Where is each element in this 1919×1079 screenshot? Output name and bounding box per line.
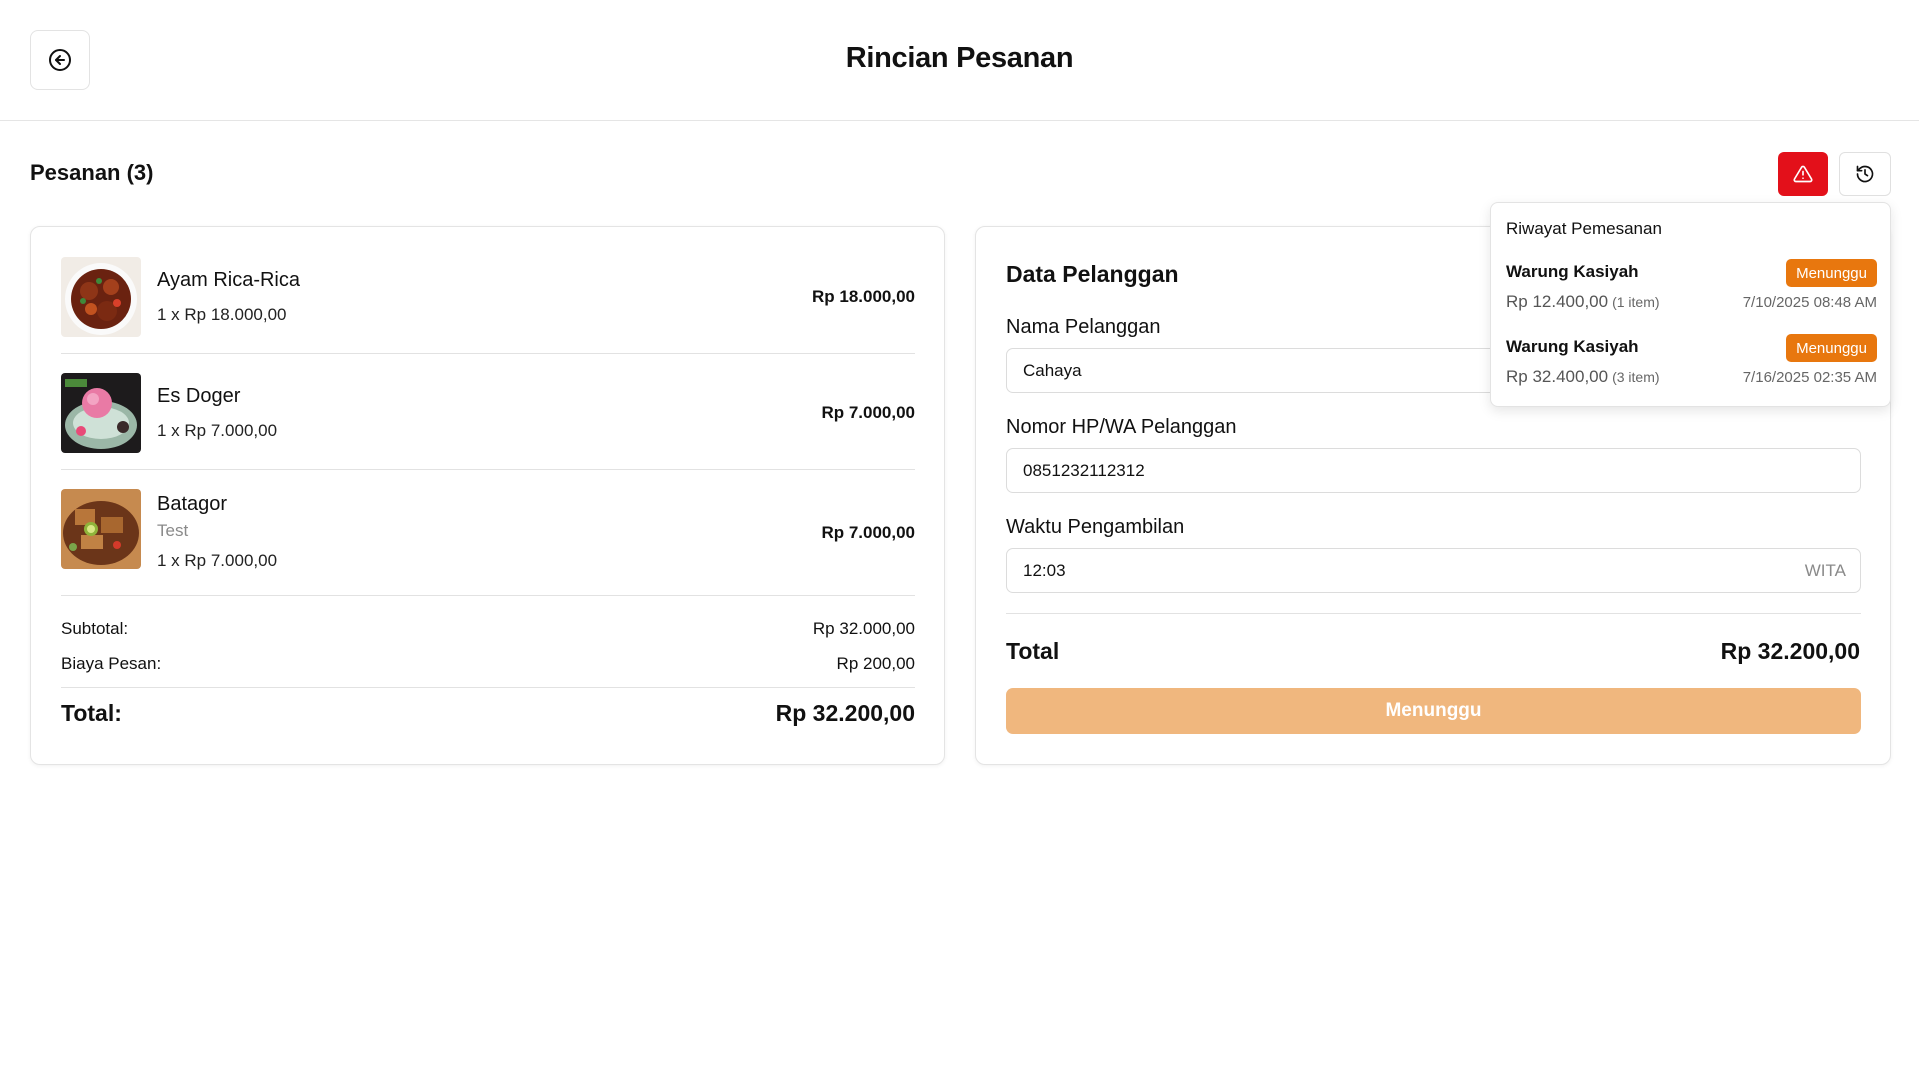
- customer-phone-input[interactable]: 0851232112312: [1006, 448, 1861, 493]
- divider: [61, 595, 915, 596]
- order-total-label: Total:: [61, 700, 122, 726]
- history-date: 7/10/2025 08:48 AM: [1742, 294, 1877, 311]
- customer-total-value: Rp 32.200,00: [1720, 638, 1860, 664]
- orders-section-title: Pesanan (3): [30, 160, 154, 185]
- pickup-time-label: Waktu Pengambilan: [1006, 516, 1185, 538]
- history-amount: Rp 12.400,00 (1 item): [1506, 292, 1660, 312]
- top-bar: Rincian Pesanan: [0, 0, 1919, 121]
- item-qty: 1 x Rp 7.000,00: [157, 421, 278, 440]
- history-store-name: Warung Kasiyah: [1506, 262, 1639, 281]
- customer-phone-value: 0851232112312: [1023, 460, 1145, 480]
- history-title: Riwayat Pemesanan: [1506, 219, 1662, 238]
- order-history-dropdown: Riwayat Pemesanan Warung Kasiyah Menungg…: [1490, 202, 1891, 407]
- item-name: Ayam Rica-Rica: [157, 269, 300, 291]
- waiting-status-button[interactable]: Menunggu: [1006, 688, 1861, 734]
- divider: [61, 687, 915, 688]
- subtotal-value: Rp 32.000,00: [812, 619, 915, 638]
- history-clock-icon: [1856, 165, 1874, 183]
- item-price: Rp 18.000,00: [811, 287, 915, 306]
- fee-label: Biaya Pesan:: [61, 654, 162, 673]
- item-qty: 1 x Rp 7.000,00: [157, 551, 278, 570]
- divider: [61, 469, 915, 470]
- item-name: Batagor: [157, 493, 228, 515]
- customer-name-value: Cahaya: [1023, 360, 1082, 380]
- subtotal-label: Subtotal:: [61, 619, 129, 638]
- customer-total-label: Total: [1006, 638, 1060, 664]
- history-entry[interactable]: Warung Kasiyah Menunggu Rp 12.400,00 (1 i…: [1506, 259, 1877, 322]
- food-image-ayam-rica-rica: [61, 257, 141, 337]
- warning-triangle-icon: [1793, 165, 1813, 183]
- item-qty: 1 x Rp 18.000,00: [157, 305, 287, 324]
- fee-row: Biaya Pesan: Rp 200,00: [61, 654, 915, 676]
- history-entry[interactable]: Warung Kasiyah Menunggu Rp 32.400,00 (3 i…: [1506, 334, 1877, 397]
- time-zone-suffix: WITA: [1804, 561, 1846, 580]
- history-store-name: Warung Kasiyah: [1506, 337, 1639, 356]
- item-price: Rp 7.000,00: [821, 403, 915, 422]
- history-amount-value: Rp 32.400,00: [1506, 367, 1609, 386]
- item-note: Test: [157, 521, 189, 540]
- customer-phone-label: Nomor HP/WA Pelanggan: [1006, 416, 1237, 438]
- history-amount-value: Rp 12.400,00: [1506, 292, 1609, 311]
- item-price: Rp 7.000,00: [821, 523, 915, 542]
- subtotal-row: Subtotal: Rp 32.000,00: [61, 619, 915, 641]
- history-item-count: (1 item): [1612, 294, 1660, 310]
- page-title: Rincian Pesanan: [845, 42, 1074, 74]
- customer-card-title: Data Pelanggan: [1006, 261, 1179, 287]
- food-image-batagor: [61, 489, 141, 569]
- item-name: Es Doger: [157, 385, 241, 407]
- history-date: 7/16/2025 02:35 AM: [1742, 369, 1877, 386]
- history-status-badge: Menunggu: [1786, 334, 1877, 362]
- order-items-card: Ayam Rica-Rica 1 x Rp 18.000,00 Rp 18.00…: [30, 226, 945, 765]
- order-total-row: Total: Rp 32.200,00: [61, 700, 915, 730]
- pickup-time-value: 12:03: [1023, 560, 1066, 580]
- customer-name-label: Nama Pelanggan: [1006, 316, 1161, 338]
- order-item: Es Doger 1 x Rp 7.000,00 Rp 7.000,00: [61, 373, 915, 453]
- alert-button[interactable]: [1778, 152, 1828, 196]
- history-status-badge: Menunggu: [1786, 259, 1877, 287]
- order-total-value: Rp 32.200,00: [775, 700, 915, 726]
- divider: [61, 353, 915, 354]
- food-image-es-doger: [61, 373, 141, 453]
- order-item: Ayam Rica-Rica 1 x Rp 18.000,00 Rp 18.00…: [61, 257, 915, 337]
- pickup-time-input[interactable]: 12:03 WITA: [1006, 548, 1861, 593]
- divider: [1006, 613, 1861, 614]
- history-button[interactable]: [1839, 152, 1891, 196]
- order-item: Batagor Test 1 x Rp 7.000,00 Rp 7.000,00: [61, 489, 915, 583]
- fee-value: Rp 200,00: [836, 654, 915, 673]
- history-amount: Rp 32.400,00 (3 item): [1506, 367, 1660, 387]
- history-item-count: (3 item): [1612, 369, 1660, 385]
